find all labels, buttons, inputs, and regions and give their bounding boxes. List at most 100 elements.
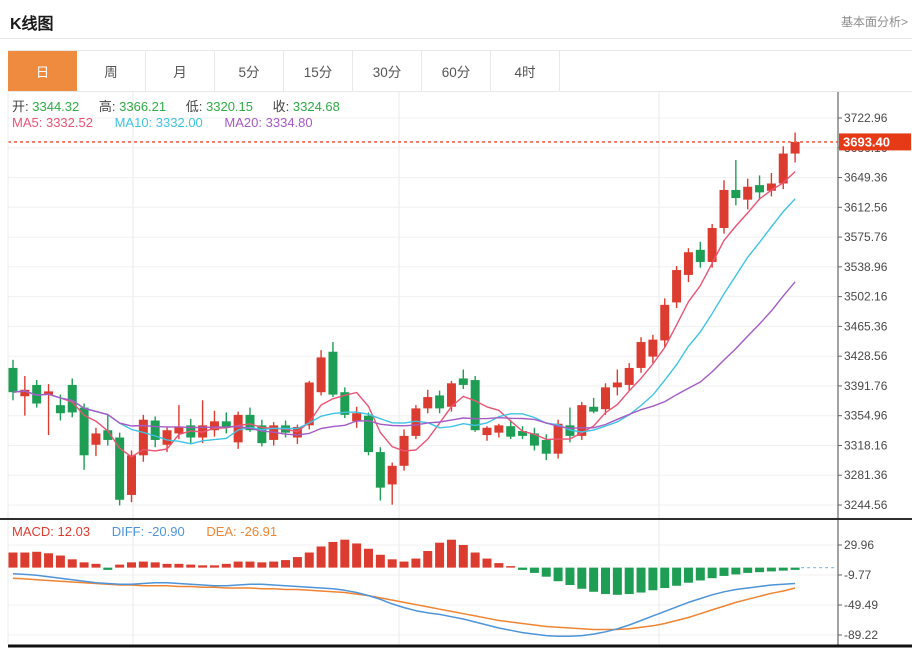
macd-histogram-bar [743, 568, 752, 573]
candle-down[interactable] [435, 395, 444, 408]
candle-up[interactable] [388, 466, 397, 485]
high-value: 3366.21 [119, 99, 166, 114]
candle-down[interactable] [696, 250, 705, 262]
candle-down[interactable] [376, 452, 385, 488]
macd-histogram-bar [317, 546, 326, 567]
price-tick-label: 3428.56 [844, 349, 888, 363]
candle-up[interactable] [791, 142, 800, 154]
ma20-legend: MA20: 3334.80 [224, 115, 312, 130]
macd-histogram-bar [731, 568, 740, 575]
macd-histogram-bar [459, 545, 468, 568]
price-tick-label: 3612.56 [844, 200, 888, 214]
price-tick-label: 3722.96 [844, 111, 888, 125]
macd-histogram-bar [139, 562, 148, 568]
price-tick-label: 3538.96 [844, 260, 888, 274]
candle-down[interactable] [471, 380, 480, 430]
macd-histogram-bar [246, 562, 255, 568]
candle-up[interactable] [305, 382, 314, 425]
candle-up[interactable] [625, 368, 634, 385]
candle-up[interactable] [684, 252, 693, 275]
candle-down[interactable] [731, 190, 740, 198]
current-price-tag-label: 3693.40 [843, 134, 890, 149]
ma20-line [13, 282, 795, 435]
macd-histogram-bar [767, 568, 776, 572]
open-value: 3344.32 [32, 99, 79, 114]
ma5-legend: MA5: 3332.52 [12, 115, 93, 130]
kline-page: K线图 基本面分析> 日 周 月 5分 15分 30分 60分 4时 3722.… [0, 0, 912, 651]
candle-up[interactable] [483, 428, 492, 435]
diff-value-legend: DIFF: -20.90 [112, 524, 185, 539]
candle-down[interactable] [328, 352, 337, 395]
macd-legend: MACD: 12.03 DIFF: -20.90 DEA: -26.91 [12, 524, 277, 539]
macd-histogram-bar [577, 568, 586, 589]
candle-down[interactable] [68, 385, 77, 413]
macd-histogram-bar [293, 557, 302, 568]
candle-down[interactable] [9, 368, 18, 392]
macd-histogram-bar [127, 562, 136, 567]
candle-up[interactable] [613, 382, 622, 387]
macd-histogram-bar [625, 568, 634, 594]
macd-histogram-bar [672, 568, 681, 586]
candle-up[interactable] [494, 425, 503, 432]
candle-up[interactable] [127, 455, 136, 495]
macd-histogram-bar [388, 559, 397, 567]
macd-histogram-bar [791, 568, 800, 570]
candle-up[interactable] [637, 342, 646, 368]
macd-histogram-bar [103, 568, 112, 570]
macd-histogram-bar [589, 568, 598, 592]
ohlc-legend: 开: 3344.32 高: 3366.21 低: 3320.15 收: 3324… [12, 96, 356, 115]
dea-value-legend: DEA: -26.91 [206, 524, 277, 539]
candle-up[interactable] [720, 190, 729, 228]
macd-histogram-bar [186, 565, 195, 568]
macd-tick-label: -49.49 [844, 598, 878, 612]
macd-histogram-bar [174, 564, 183, 568]
macd-histogram-bar [613, 568, 622, 595]
macd-histogram-bar [376, 555, 385, 568]
macd-histogram-bar [80, 562, 89, 567]
candle-down[interactable] [506, 426, 515, 437]
high-label: 高: [99, 99, 116, 114]
candle-up[interactable] [163, 430, 172, 445]
candle-down[interactable] [115, 438, 124, 500]
candle-up[interactable] [648, 340, 657, 357]
price-tick-label: 3318.16 [844, 438, 888, 452]
macd-histogram-bar [648, 568, 657, 591]
macd-histogram-bar [222, 564, 231, 568]
macd-histogram-bar [281, 560, 290, 568]
dea-line [13, 578, 795, 629]
macd-histogram-bar [565, 568, 574, 585]
macd-histogram-bar [163, 564, 172, 568]
candle-up[interactable] [601, 387, 610, 409]
candle-up[interactable] [672, 270, 681, 302]
low-value: 3320.15 [206, 99, 253, 114]
macd-histogram-bar [637, 568, 646, 593]
open-label: 开: [12, 99, 29, 114]
macd-histogram-bar [506, 566, 515, 568]
macd-histogram-bar [779, 568, 788, 571]
candle-down[interactable] [755, 185, 764, 192]
candle-down[interactable] [589, 407, 598, 412]
macd-histogram-bar [435, 543, 444, 568]
candle-up[interactable] [174, 427, 183, 433]
candle-up[interactable] [423, 397, 432, 408]
candle-down[interactable] [56, 405, 65, 413]
macd-histogram-bar [91, 564, 100, 568]
candle-up[interactable] [352, 413, 361, 421]
price-tick-label: 3502.16 [844, 290, 888, 304]
candle-up[interactable] [743, 187, 752, 200]
macd-histogram-bar [151, 562, 160, 567]
macd-histogram-bar [269, 562, 278, 568]
macd-histogram-bar [257, 562, 266, 567]
price-tick-label: 3465.36 [844, 319, 888, 333]
macd-histogram-bar [660, 568, 669, 588]
candle-up[interactable] [91, 433, 100, 444]
macd-histogram-bar [471, 553, 480, 568]
close-value: 3324.68 [293, 99, 340, 114]
candle-down[interactable] [542, 440, 551, 454]
macd-histogram-bar [328, 542, 337, 568]
macd-histogram-bar [305, 553, 314, 568]
candle-down[interactable] [459, 378, 468, 384]
macd-histogram-bar [684, 568, 693, 583]
candle-up[interactable] [317, 357, 326, 392]
candle-up[interactable] [660, 305, 669, 341]
